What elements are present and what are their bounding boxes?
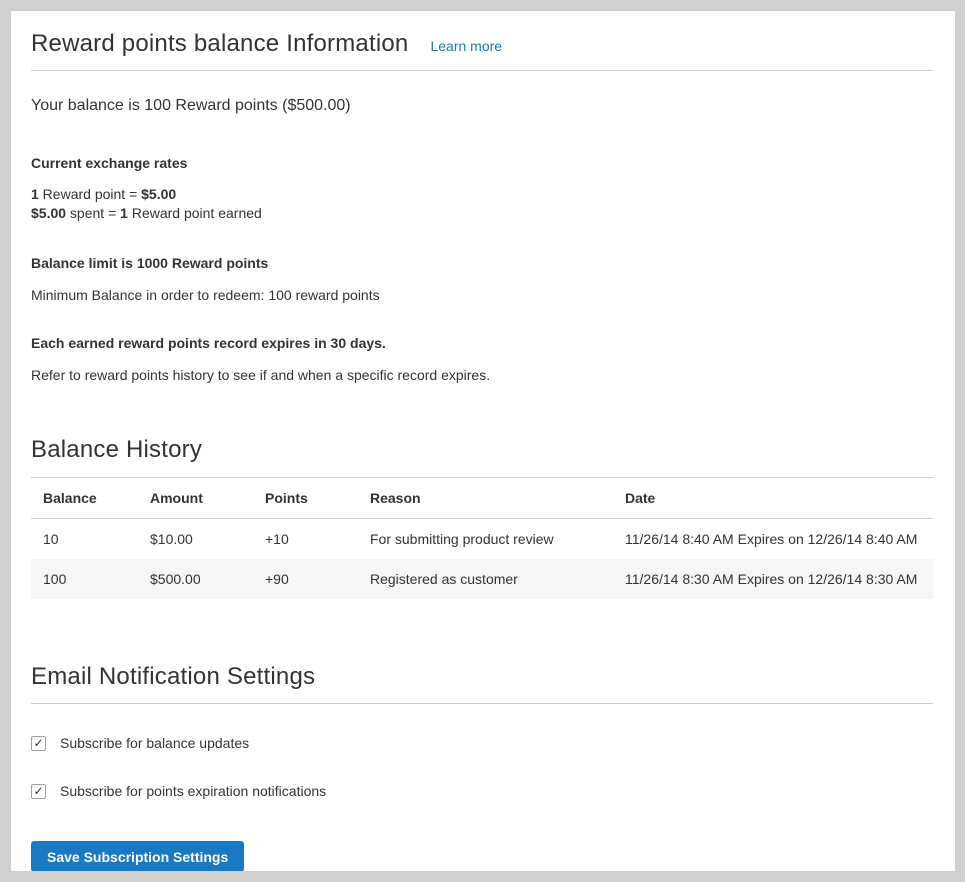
points-expiration-checkbox[interactable]: ✓: [31, 784, 46, 799]
cell-points: +10: [253, 519, 358, 560]
column-header-date: Date: [613, 478, 933, 519]
minimum-balance-text: Minimum Balance in order to redeem: 100 …: [31, 287, 933, 303]
exchange-rates-heading: Current exchange rates: [31, 155, 933, 171]
learn-more-link[interactable]: Learn more: [430, 38, 502, 54]
cell-reason: Registered as customer: [358, 559, 613, 599]
exchange-rate-line-2: $5.00 spent = 1 Reward point earned: [31, 204, 933, 223]
check-icon: ✓: [33, 785, 43, 797]
expiration-note: Refer to reward points history to see if…: [31, 367, 933, 383]
balance-updates-label[interactable]: Subscribe for balance updates: [60, 735, 249, 751]
points-expiration-label[interactable]: Subscribe for points expiration notifica…: [60, 783, 326, 799]
header-divider: [31, 70, 933, 71]
column-header-balance: Balance: [31, 478, 138, 519]
cell-amount: $10.00: [138, 519, 253, 560]
page-header: Reward points balance Information Learn …: [31, 30, 933, 58]
column-header-reason: Reason: [358, 478, 613, 519]
balance-summary: Your balance is 100 Reward points ($500.…: [31, 97, 933, 115]
column-header-amount: Amount: [138, 478, 253, 519]
balance-updates-option: ✓ Subscribe for balance updates: [31, 735, 933, 751]
column-header-points: Points: [253, 478, 358, 519]
cell-date: 11/26/14 8:40 AM Expires on 12/26/14 8:4…: [613, 519, 933, 560]
email-settings-divider: [31, 703, 933, 704]
exchange-rate-line-1: 1 Reward point = $5.00: [31, 185, 933, 204]
points-expiration-option: ✓ Subscribe for points expiration notifi…: [31, 783, 933, 799]
expiration-heading: Each earned reward points record expires…: [31, 335, 933, 351]
cell-balance: 10: [31, 519, 138, 560]
balance-history-heading: Balance History: [31, 436, 933, 464]
reward-points-panel: Reward points balance Information Learn …: [11, 11, 955, 871]
table-header-row: Balance Amount Points Reason Date: [31, 478, 933, 519]
cell-balance: 100: [31, 559, 138, 599]
page-title: Reward points balance Information: [31, 30, 408, 58]
cell-points: +90: [253, 559, 358, 599]
cell-reason: For submitting product review: [358, 519, 613, 560]
save-subscription-settings-button[interactable]: Save Subscription Settings: [31, 841, 244, 871]
exchange-rates: 1 Reward point = $5.00 $5.00 spent = 1 R…: [31, 185, 933, 223]
cell-date: 11/26/14 8:30 AM Expires on 12/26/14 8:3…: [613, 559, 933, 599]
balance-updates-checkbox[interactable]: ✓: [31, 736, 46, 751]
cell-amount: $500.00: [138, 559, 253, 599]
table-row: 10 $10.00 +10 For submitting product rev…: [31, 519, 933, 560]
balance-limit-heading: Balance limit is 1000 Reward points: [31, 255, 933, 271]
check-icon: ✓: [33, 737, 43, 749]
email-settings-heading: Email Notification Settings: [31, 663, 933, 691]
table-row: 100 $500.00 +90 Registered as customer 1…: [31, 559, 933, 599]
balance-history-table: Balance Amount Points Reason Date 10 $10…: [31, 477, 933, 599]
